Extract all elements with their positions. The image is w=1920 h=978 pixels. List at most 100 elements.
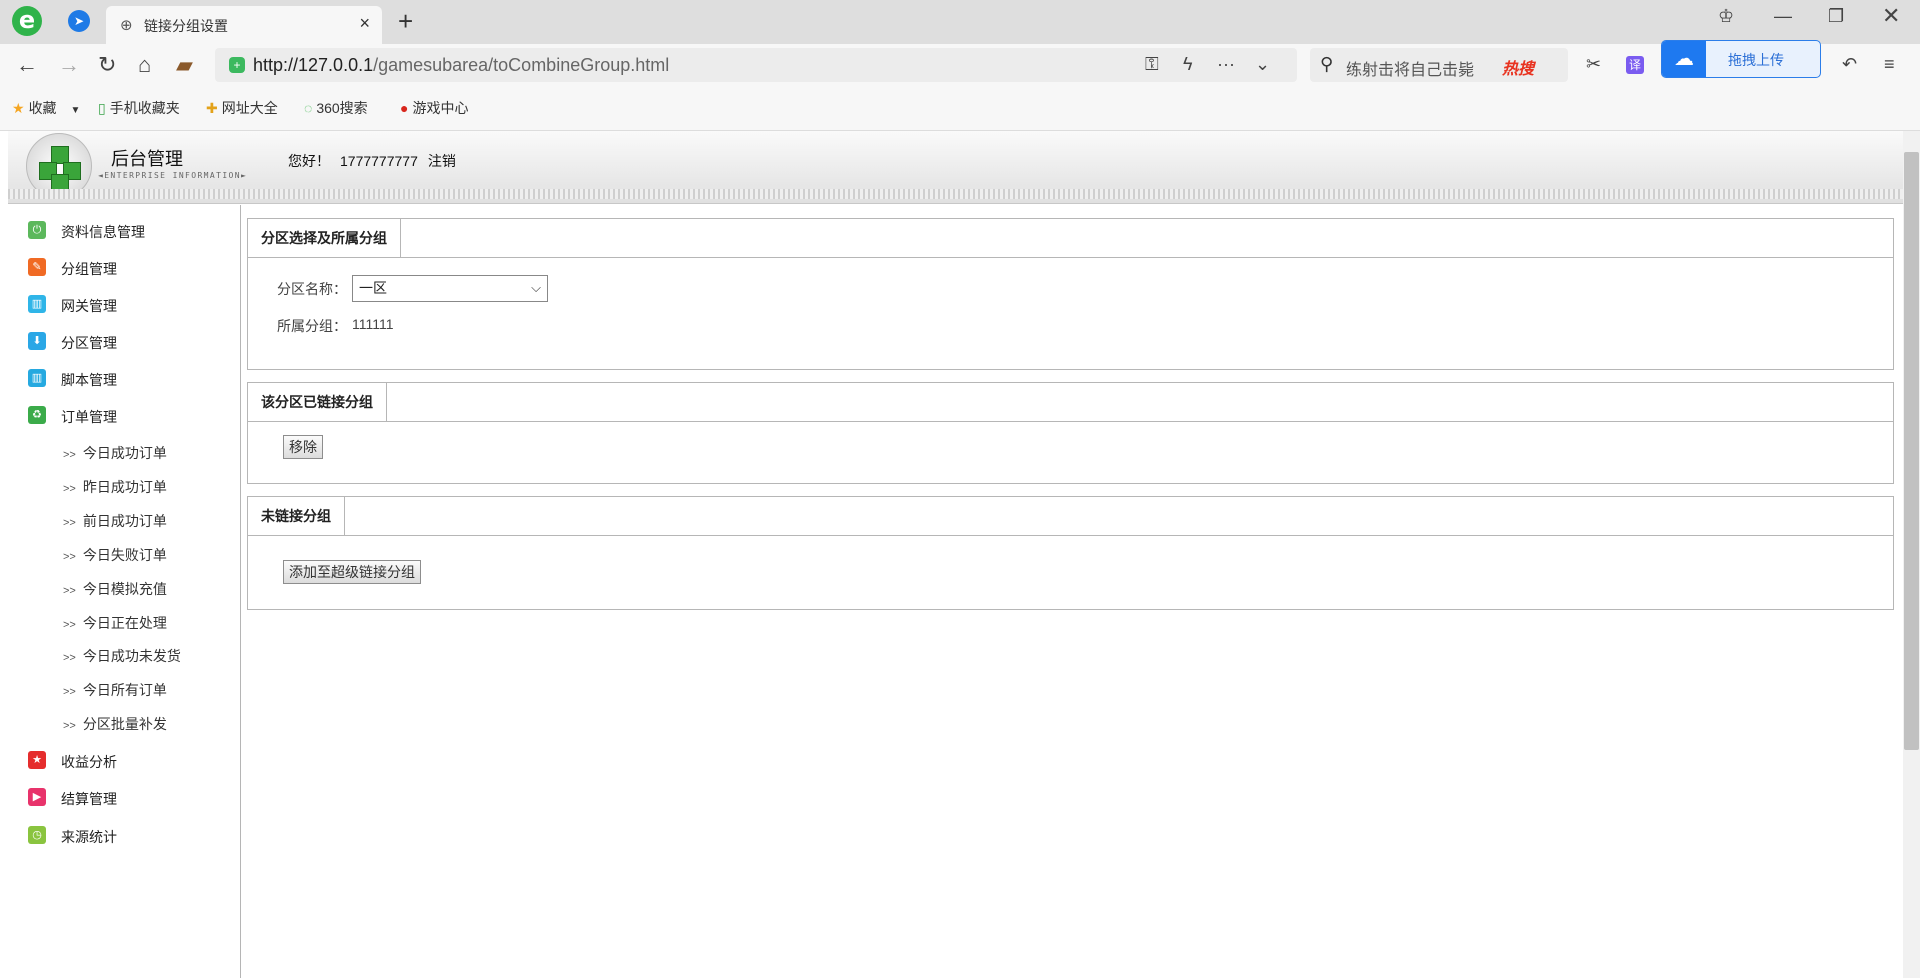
section-title: 该分区已链接分组 [248,383,387,421]
sub-item-today-processing[interactable]: >> 今日正在处理 [63,613,167,633]
browser-tab-bar: e ➤ ⊕ 链接分组设置 × + ♔ — ❐ ✕ [0,0,1920,44]
dropdown-icon[interactable]: ⌄ [1255,54,1270,75]
close-window-icon[interactable]: ✕ [1882,3,1900,29]
download-icon: ⬇ [28,332,46,350]
sidebar: ⏻ 资料信息管理 ✎ 分组管理 ▥ 网关管理 ⬇ 分区管理 ▥ 脚本管理 ♻ 订… [8,205,241,978]
pinned-tab-icon[interactable]: ➤ [68,10,90,32]
section-divider [248,535,1893,536]
grid-icon: ▥ [28,295,46,313]
sidebar-item-label: 分组管理 [61,261,117,277]
group-label: 所属分组： [277,318,347,334]
browser-logo-icon: e [12,6,42,36]
reload-icon[interactable]: ↻ [98,52,116,78]
logout-link[interactable]: 注销 [428,153,456,169]
forward-icon[interactable]: → [58,52,80,78]
section-divider [248,257,1893,258]
remove-button[interactable]: 移除 [283,435,323,459]
zone-select-value: 一区 [359,280,387,296]
new-tab-icon[interactable]: + [398,6,413,37]
bookmarks-bar: ★ 收藏 ▼ ▯ 手机收藏夹 ✚ 网址大全 ◌ 360搜索 ● 游戏中心 [0,86,1920,131]
sidebar-item-label: 收益分析 [61,754,117,770]
bookmark-360[interactable]: ◌ 360搜索 [304,98,368,118]
scrollbar-thumb[interactable] [1904,152,1919,750]
url-text: http://127.0.0.1/gamesubarea/toCombineGr… [253,55,670,75]
unlinked-groups-section: 未链接分组 添加至超级链接分组 [247,496,1894,610]
username: 1777777777 [340,153,418,169]
recycle-icon: ♻ [28,406,46,424]
sub-item-today-unshipped[interactable]: >> 今日成功未发货 [63,646,181,666]
briefcase-icon[interactable]: ▰ [176,52,193,78]
secure-shield-icon: + [229,57,245,73]
sidebar-item-label: 脚本管理 [61,372,117,388]
add-to-super-link-button[interactable]: 添加至超级链接分组 [283,560,421,584]
tab-title: 链接分组设置 [144,18,228,34]
skin-icon[interactable]: ♔ [1718,6,1734,27]
sub-item-daybefore-success[interactable]: >> 前日成功订单 [63,511,167,531]
bookmark-mobile[interactable]: ▯ 手机收藏夹 [98,98,180,118]
chevron-down-icon: ⌵ [531,280,541,295]
active-tab[interactable]: ⊕ 链接分组设置 × [106,6,382,44]
play-icon: ▶ [28,788,46,806]
sidebar-item-label: 来源统计 [61,829,117,845]
section-title: 分区选择及所属分组 [248,219,401,257]
sidebar-item-label: 订单管理 [61,409,117,425]
bookmark-games[interactable]: ● 游戏中心 [400,98,468,118]
search-icon: ⚲ [1320,54,1334,74]
phone-icon: ▯ [98,100,106,116]
more-icon[interactable]: ··· [1217,54,1235,75]
game-icon: ● [400,100,409,116]
grid-icon: ▥ [28,369,46,387]
undo-icon[interactable]: ↶ [1842,54,1857,75]
header-decoration-strip [8,189,1903,199]
page-header: 后台管理 ◄ENTERPRISE INFORMATION► 您好！ 1777777… [8,131,1903,204]
sidebar-item-label: 网关管理 [61,298,117,314]
section-divider [248,421,1893,422]
sidebar-item-label: 分区管理 [61,335,117,351]
cloud-icon: ☁ [1662,41,1706,77]
sub-item-today-success[interactable]: >> 今日成功订单 [63,443,167,463]
address-bar-row: ← → ↻ ⌂ ▰ + http://127.0.0.1/gamesubarea… [0,44,1920,86]
zone-select-section: 分区选择及所属分组 分区名称： 一区 ⌵ 所属分组： 111111 [247,218,1894,370]
compass-icon: ✚ [206,100,218,116]
bookmark-sites[interactable]: ✚ 网址大全 [206,98,278,118]
home-icon[interactable]: ⌂ [138,52,151,78]
greeting-text: 您好！ [288,153,330,169]
sub-item-batch-reissue[interactable]: >> 分区批量补发 [63,714,167,734]
star-icon: ★ [28,751,46,769]
bookmark-favorites[interactable]: ★ 收藏 ▼ [12,98,84,118]
drag-upload-button[interactable]: ☁ 拖拽上传 [1661,40,1821,78]
power-icon: ⏻ [28,221,46,239]
url-input[interactable]: + http://127.0.0.1/gamesubarea/toCombine… [215,48,1297,82]
globe-icon: ⊕ [120,17,133,34]
sub-item-yesterday-success[interactable]: >> 昨日成功订单 [63,477,167,497]
zone-name-label: 分区名称： [277,281,347,297]
pencil-icon: ✎ [28,258,46,276]
menu-icon[interactable]: ≡ [1884,54,1895,75]
clock-icon: ◷ [28,826,46,844]
translate-icon[interactable]: 译 [1626,56,1644,74]
scissors-icon[interactable]: ✂ [1586,54,1601,75]
sidebar-item-label: 结算管理 [61,791,117,807]
close-tab-icon[interactable]: × [359,13,370,34]
restore-icon[interactable]: ❐ [1828,6,1844,27]
zone-select[interactable]: 一区 ⌵ [352,275,548,302]
sub-item-today-failed[interactable]: >> 今日失败订单 [63,545,167,565]
linked-groups-section: 该分区已链接分组 移除 [247,382,1894,484]
hot-search-badge[interactable]: 热搜 [1502,55,1534,79]
search-360-icon: ◌ [304,100,313,116]
user-greeting: 您好！ 1777777777 注销 [288,151,466,171]
sub-item-today-all[interactable]: >> 今日所有订单 [63,680,167,700]
lightning-icon[interactable]: ϟ [1183,54,1193,75]
search-text: 练射击将自己击毙 [1346,62,1475,79]
site-subtitle: ◄ENTERPRISE INFORMATION► [98,171,248,180]
caret-down-icon[interactable]: ▼ [70,105,80,116]
upload-label: 拖拽上传 [1728,52,1784,68]
star-icon: ★ [12,100,25,116]
key-icon[interactable]: ⚿ [1145,54,1159,75]
search-input[interactable]: ⚲ 练射击将自己击毙 热搜 [1310,48,1568,82]
site-title: 后台管理 [111,149,183,169]
section-title: 未链接分组 [248,497,345,535]
minimize-icon[interactable]: — [1774,6,1792,27]
back-icon[interactable]: ← [16,52,38,78]
sub-item-today-simulated[interactable]: >> 今日模拟充值 [63,579,167,599]
